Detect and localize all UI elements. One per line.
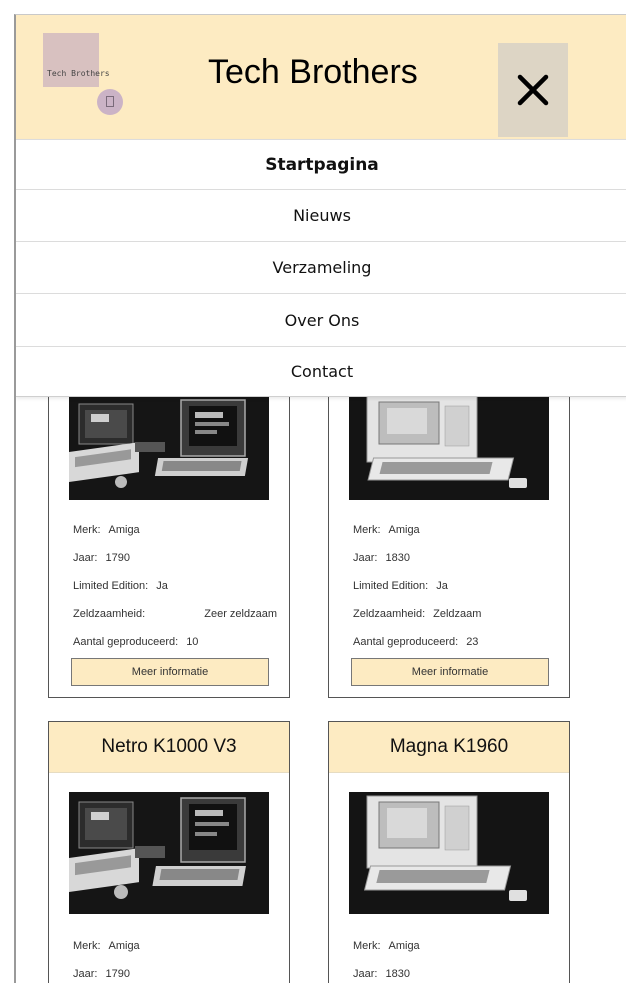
desktop-computer-photo — [349, 396, 549, 500]
logo-circle-icon — [97, 89, 123, 115]
product-specs: Merk: Amiga Jaar: 1790 Limited Edition: … — [73, 516, 281, 656]
retro-computer-photo — [69, 792, 269, 914]
product-card: Merk: Amiga Jaar: 1790 Limited Edition: … — [48, 355, 290, 698]
spec-jaar: Jaar: 1830 — [353, 968, 410, 980]
spec-limited-edition: Limited Edition: Ja — [353, 580, 448, 592]
menu-item-over-ons[interactable]: Over Ons — [16, 293, 626, 346]
mobile-viewport: Tech Brothers Tech Brothers Merk: Amiga … — [14, 14, 626, 983]
product-specs: Merk: Amiga Jaar: 1830 — [353, 932, 561, 983]
spec-zeldzaamheid: Zeldzaamheid: Zeer zeldzaam — [73, 608, 277, 620]
spec-merk: Merk: Amiga — [73, 940, 140, 952]
spec-merk: Merk: Amiga — [73, 524, 140, 536]
spec-zeldzaamheid: Zeldzaamheid: Zeldzaam — [353, 608, 482, 620]
spec-aantal: Aantal geproduceerd: 10 — [73, 636, 199, 648]
product-title: Magna K1960 — [329, 722, 569, 773]
site-logo[interactable]: Tech Brothers — [43, 33, 135, 115]
site-header: Tech Brothers Tech Brothers — [16, 15, 626, 140]
site-title: Tech Brothers — [208, 53, 418, 91]
product-specs: Merk: Amiga Jaar: 1830 Limited Edition: … — [353, 516, 561, 656]
spec-jaar: Jaar: 1830 — [353, 552, 410, 564]
spec-merk: Merk: Amiga — [353, 524, 420, 536]
menu-item-contact[interactable]: Contact — [16, 346, 626, 396]
spec-limited-edition: Limited Edition: Ja — [73, 580, 168, 592]
close-icon — [517, 74, 549, 106]
spec-jaar: Jaar: 1790 — [73, 552, 130, 564]
menu-item-verzameling[interactable]: Verzameling — [16, 241, 626, 293]
spec-jaar: Jaar: 1790 — [73, 968, 130, 980]
document-icon — [106, 96, 114, 107]
product-card: Merk: Amiga Jaar: 1830 Limited Edition: … — [328, 355, 570, 698]
logo-square — [43, 33, 99, 87]
desktop-computer-photo — [349, 792, 549, 914]
close-menu-button[interactable] — [498, 43, 568, 137]
navigation-menu: Startpagina Nieuws Verzameling Over Ons … — [16, 139, 626, 397]
menu-item-nieuws[interactable]: Nieuws — [16, 189, 626, 241]
logo-text: Tech Brothers — [47, 69, 110, 78]
retro-computer-photo — [69, 396, 269, 500]
product-specs: Merk: Amiga Jaar: 1790 — [73, 932, 281, 983]
product-card: Magna K1960 Merk: Amiga Jaar: 1830 — [328, 721, 570, 983]
menu-item-startpagina[interactable]: Startpagina — [16, 139, 626, 189]
product-card: Netro K1000 V3 Merk: Amiga Jaar: 1790 — [48, 721, 290, 983]
more-info-button[interactable]: Meer informatie — [71, 658, 269, 686]
more-info-button[interactable]: Meer informatie — [351, 658, 549, 686]
spec-merk: Merk: Amiga — [353, 940, 420, 952]
product-title: Netro K1000 V3 — [49, 722, 289, 773]
spec-aantal: Aantal geproduceerd: 23 — [353, 636, 479, 648]
